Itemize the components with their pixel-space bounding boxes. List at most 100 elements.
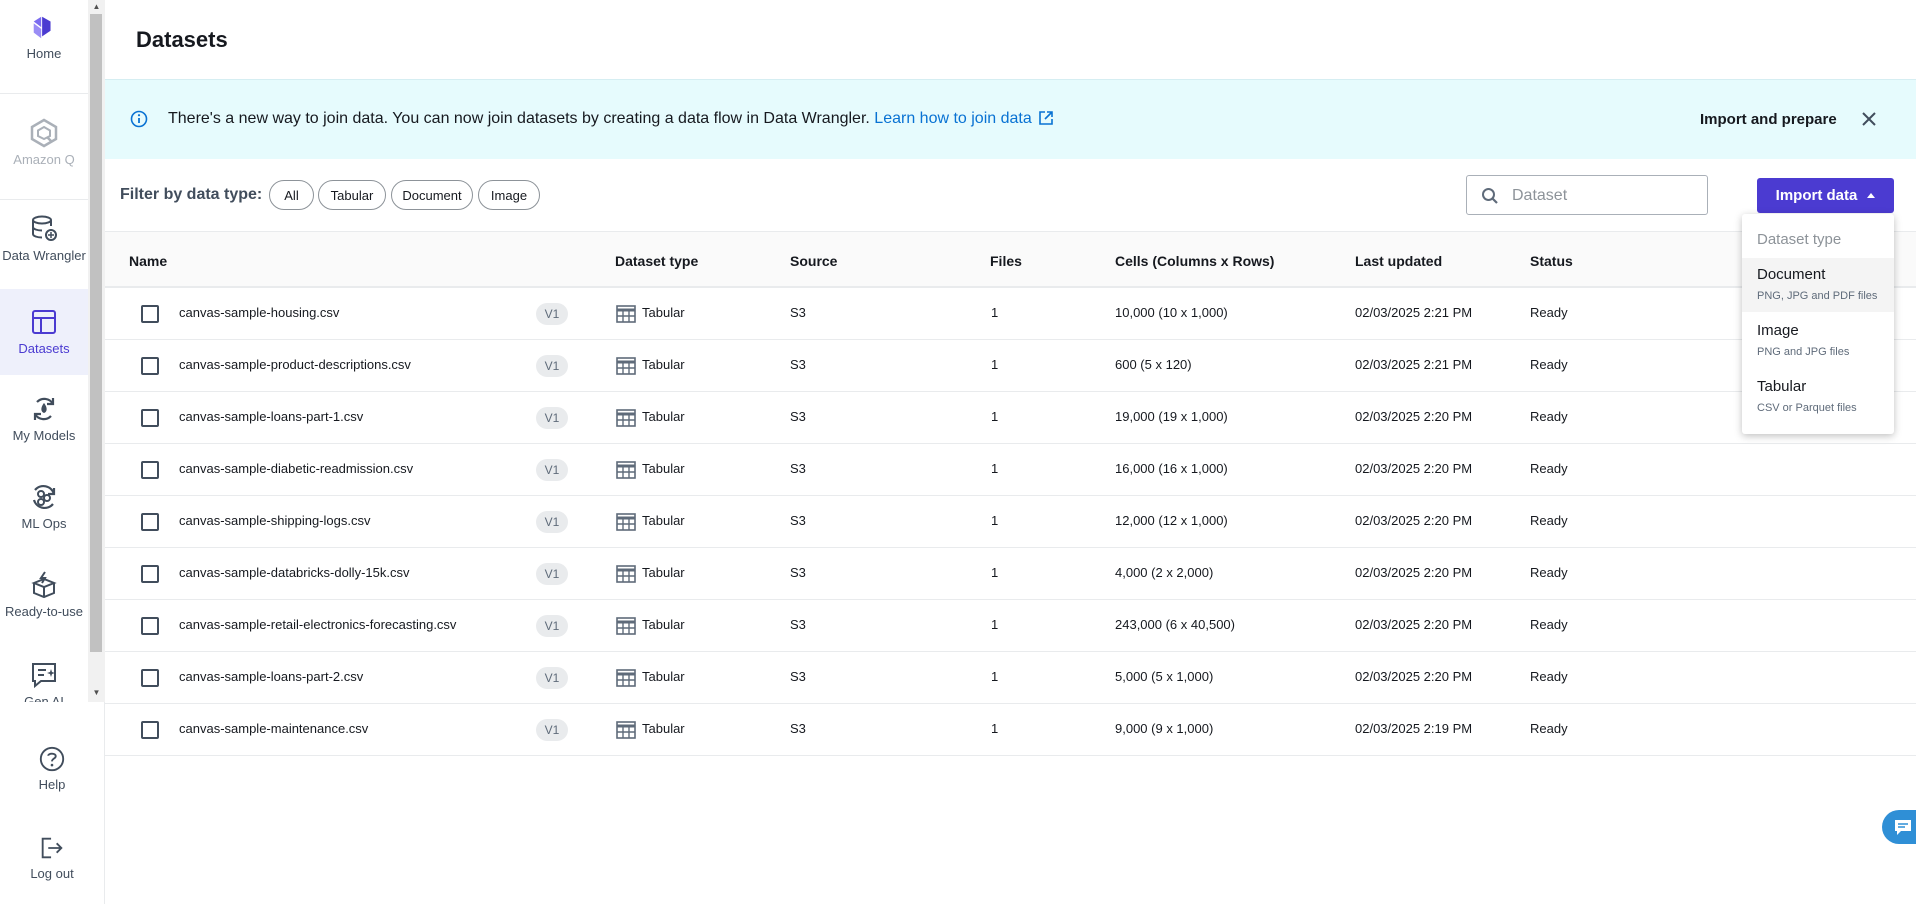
table-icon [616,513,636,531]
sidebar-item-ml-ops[interactable]: ML Ops [0,482,88,542]
filter-chip-tabular[interactable]: Tabular [318,180,386,210]
sidebar-item-ready-to-use[interactable]: Ready-to-use [0,570,88,630]
learn-join-link-text: Learn how to join data [874,110,1032,127]
row-checkbox[interactable] [141,565,159,583]
dataset-last-updated: 02/03/2025 2:19 PM [1355,721,1473,736]
table-row[interactable]: canvas-sample-maintenance.csv V1 Tabular S3… [105,704,1916,756]
dataset-source: S3 [790,357,806,372]
row-checkbox[interactable] [141,461,159,479]
sidebar-item-home[interactable]: Home [0,14,88,76]
sidebar-item-datasets[interactable]: Datasets [0,289,88,375]
dataset-cells: 4,000 (2 x 2,000) [1115,565,1214,580]
sidebar-item-label: ML Ops [21,516,67,531]
ready-to-use-icon [31,571,57,599]
filter-chip-all[interactable]: All [269,180,314,210]
dataset-files: 1 [991,461,999,476]
table-row[interactable]: canvas-sample-loans-part-2.csv V1 Tabular S… [105,652,1916,704]
column-header-last-updated[interactable]: Last updated [1355,253,1442,269]
import-and-prepare-button[interactable]: Import and prepare [1700,111,1837,128]
sidebar: Home Amazon Q Data Wrangler Datasets My … [0,0,105,904]
banner-text: There's a new way to join data. You can … [168,110,875,127]
dataset-type: Tabular [642,409,685,424]
version-badge: V1 [536,615,568,637]
sidebar-scrollbar[interactable]: ▲ ▼ [88,0,105,702]
dataset-last-updated: 02/03/2025 2:21 PM [1355,357,1473,372]
sidebar-item-help[interactable]: Help [0,745,104,793]
table-row[interactable]: canvas-sample-product-descriptions.csv V1… [105,340,1916,392]
column-header-files[interactable]: Files [990,253,1022,269]
scroll-up-arrow-icon[interactable]: ▲ [88,0,105,14]
table-row[interactable]: canvas-sample-loans-part-1.csv V1 Tabular S… [105,392,1916,444]
dataset-cells: 243,000 (6 x 40,500) [1115,617,1235,632]
column-header-status[interactable]: Status [1530,253,1573,269]
dataset-source: S3 [790,305,806,320]
dataset-files: 1 [991,721,999,736]
column-header-source[interactable]: Source [790,253,837,269]
dataset-name[interactable]: canvas-sample-databricks-dolly-15k.csv [179,565,409,580]
log-out-icon [41,837,63,859]
learn-join-link[interactable]: Learn how to join data [874,110,1053,127]
table-icon [616,409,636,427]
amazon-q-icon [30,118,58,148]
version-badge: V1 [536,407,568,429]
column-header-dataset-type[interactable]: Dataset type [615,253,698,269]
table-row[interactable]: canvas-sample-retail-electronics-forecas… [105,600,1916,652]
dataset-search [1466,175,1708,215]
dataset-files: 1 [991,357,999,372]
dataset-name[interactable]: canvas-sample-loans-part-1.csv [179,409,363,424]
dataset-name[interactable]: canvas-sample-loans-part-2.csv [179,669,363,684]
table-icon [616,721,636,739]
table-row[interactable]: canvas-sample-shipping-logs.csv V1 Tabular… [105,496,1916,548]
import-data-button[interactable]: Import data [1757,178,1894,213]
dataset-status: Ready [1530,357,1568,372]
sidebar-item-my-models[interactable]: My Models [0,394,88,454]
filter-chip-document[interactable]: Document [391,180,473,210]
sidebar-item-data-wrangler[interactable]: Data Wrangler [0,214,88,278]
dataset-cells: 9,000 (9 x 1,000) [1115,721,1214,736]
row-checkbox[interactable] [141,357,159,375]
dataset-files: 1 [991,669,999,684]
filter-chip-image[interactable]: Image [478,180,540,210]
home-logo-icon [33,16,51,39]
page-title: Datasets [136,27,228,52]
dropdown-item-image[interactable]: Image PNG and JPG files [1742,314,1894,368]
row-checkbox[interactable] [141,409,159,427]
table-row[interactable]: canvas-sample-databricks-dolly-15k.csv V1… [105,548,1916,600]
scroll-down-arrow-icon[interactable]: ▼ [88,686,105,700]
dataset-name[interactable]: canvas-sample-housing.csv [179,305,339,320]
row-checkbox[interactable] [141,305,159,323]
dropdown-item-title: Image [1757,322,1799,339]
table-row[interactable]: canvas-sample-diabetic-readmission.csv V1… [105,444,1916,496]
sidebar-item-amazon-q[interactable]: Amazon Q [0,118,88,178]
dataset-name[interactable]: canvas-sample-retail-electronics-forecas… [179,617,456,632]
close-icon[interactable] [1860,110,1878,128]
import-data-dropdown: Dataset type Document PNG, JPG and PDF f… [1742,214,1894,434]
dropdown-item-tabular[interactable]: Tabular CSV or Parquet files [1742,370,1894,424]
row-checkbox[interactable] [141,513,159,531]
sidebar-item-log-out[interactable]: Log out [0,834,104,882]
version-badge: V1 [536,459,568,481]
column-header-cells[interactable]: Cells (Columns x Rows) [1115,253,1274,269]
table-icon [616,305,636,323]
dataset-name[interactable]: canvas-sample-product-descriptions.csv [179,357,411,372]
search-input[interactable] [1512,185,1692,207]
dataset-cells: 10,000 (10 x 1,000) [1115,305,1228,320]
dropdown-item-document[interactable]: Document PNG, JPG and PDF files [1742,258,1894,312]
dataset-last-updated: 02/03/2025 2:20 PM [1355,513,1473,528]
dataset-name[interactable]: canvas-sample-diabetic-readmission.csv [179,461,413,476]
filter-label: Filter by data type: [120,186,263,203]
dataset-name[interactable]: canvas-sample-shipping-logs.csv [179,513,370,528]
scrollbar-thumb[interactable] [90,14,102,652]
row-checkbox[interactable] [141,669,159,687]
row-checkbox[interactable] [141,617,159,635]
table-row[interactable]: canvas-sample-housing.csv V1 Tabular S3 1 10,… [105,288,1916,340]
sidebar-item-label: Log out [30,866,74,881]
sidebar-nav-list: Home Amazon Q Data Wrangler Datasets My … [0,0,88,702]
dataset-name[interactable]: canvas-sample-maintenance.csv [179,721,368,736]
sidebar-item-label: Datasets [18,341,70,356]
chat-feedback-button[interactable] [1882,810,1916,844]
row-checkbox[interactable] [141,721,159,739]
sidebar-item-gen-ai[interactable]: Gen AI [0,660,88,702]
column-header-name[interactable]: Name [129,253,167,269]
dataset-last-updated: 02/03/2025 2:20 PM [1355,617,1473,632]
